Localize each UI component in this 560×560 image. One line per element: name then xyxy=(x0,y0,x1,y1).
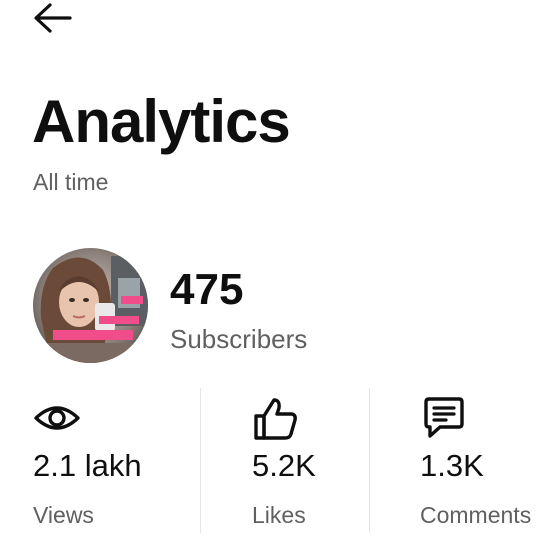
likes-value: 5.2K xyxy=(252,448,316,483)
back-button[interactable] xyxy=(32,0,80,36)
eye-icon xyxy=(34,406,80,430)
stats-row: 2.1 lakh Views 5.2K Likes 1.3K Comments xyxy=(0,388,560,533)
channel-avatar xyxy=(33,248,148,363)
page-title: Analytics xyxy=(32,88,291,155)
comments-value: 1.3K xyxy=(420,448,484,483)
views-value: 2.1 lakh xyxy=(33,448,142,483)
views-stat[interactable]: 2.1 lakh Views xyxy=(33,388,193,533)
thumbs-up-icon xyxy=(254,398,297,440)
comments-label: Comments xyxy=(420,502,532,528)
comment-icon xyxy=(424,397,464,438)
likes-stat[interactable]: 5.2K Likes xyxy=(252,388,362,533)
arrow-left-icon xyxy=(34,3,72,33)
views-label: Views xyxy=(33,502,94,528)
likes-label: Likes xyxy=(252,502,306,528)
date-range-label: All time xyxy=(33,169,109,195)
subscriber-count: 475 xyxy=(170,265,244,314)
comments-stat[interactable]: 1.3K Comments xyxy=(420,388,555,533)
stat-divider xyxy=(369,388,370,533)
subscriber-label: Subscribers xyxy=(170,324,308,354)
stat-divider xyxy=(200,388,201,533)
